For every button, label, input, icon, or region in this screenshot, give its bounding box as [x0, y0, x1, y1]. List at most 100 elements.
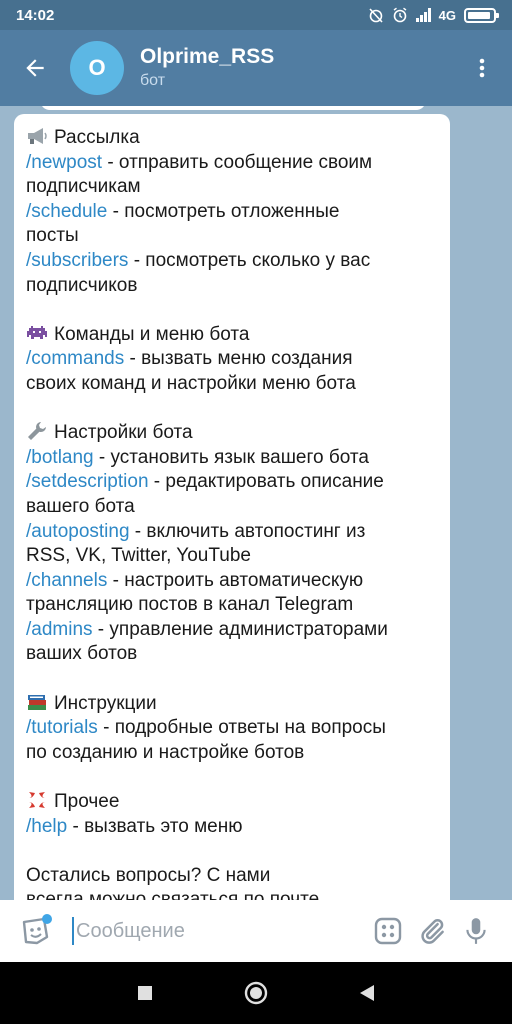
- message-input[interactable]: Сообщение: [72, 911, 366, 951]
- arrow-left-icon: [26, 59, 44, 77]
- attach-button[interactable]: [410, 909, 454, 953]
- message-text: всегда можно связаться по почте: [26, 889, 320, 900]
- avatar[interactable]: O: [70, 41, 124, 95]
- message-text: - посмотреть отложенные: [107, 200, 340, 222]
- bot-commands-button[interactable]: [366, 909, 410, 953]
- message-line: Остались вопросы? С нами: [26, 864, 438, 889]
- message-text: - редактировать описание: [148, 471, 384, 493]
- more-vertical-icon: [479, 58, 485, 78]
- message-line: всегда можно связаться по почте: [26, 888, 438, 900]
- message-text: Остались вопросы? С нами: [26, 864, 271, 886]
- section-heading-text: Прочее: [54, 791, 120, 813]
- section-heading: Настройки бота: [26, 421, 438, 446]
- message-text: вашего бота: [26, 495, 135, 517]
- message-text: ваших ботов: [26, 643, 138, 665]
- voice-message-button[interactable]: [454, 909, 498, 953]
- bot-command-link[interactable]: /setdescription: [26, 471, 149, 492]
- network-type: 4G: [438, 7, 456, 23]
- message-line: /schedule - посмотреть отложенные: [26, 200, 438, 225]
- microphone-icon: [466, 918, 486, 944]
- bot-command-link[interactable]: /subscribers: [26, 250, 128, 271]
- section-heading: Рассылка: [26, 126, 438, 151]
- chat-title: Olprime_RSS: [140, 45, 275, 68]
- message-section: Прочее/help - вызвать это меню: [26, 790, 438, 839]
- wrench-icon: [26, 421, 48, 441]
- message-text: - отправить сообщение своим: [102, 151, 373, 173]
- message-line: подписчиков: [26, 274, 438, 299]
- message-line: /help - вызвать это меню: [26, 815, 438, 840]
- section-heading-text: Настройки бота: [54, 422, 193, 444]
- message-section: Настройки бота/botlang - установить язык…: [26, 421, 438, 667]
- bot-commands-icon: [374, 917, 402, 945]
- triangle-back-icon: [359, 985, 374, 1001]
- chat-area[interactable]: Рассылка/newpost - отправить сообщение с…: [0, 106, 512, 900]
- bot-command-link[interactable]: /channels: [26, 570, 107, 591]
- alarm-icon: [393, 7, 407, 23]
- message-line: /autoposting - включить автопостинг из: [26, 520, 438, 545]
- message-line: /subscribers - посмотреть сколько у вас: [26, 249, 438, 274]
- message-line: /commands - вызвать меню создания: [26, 347, 438, 372]
- recent-apps-button[interactable]: [125, 973, 165, 1013]
- message-text: - посмотреть сколько у вас: [128, 249, 371, 271]
- message-text: - вызвать это меню: [67, 815, 243, 837]
- more-menu-button[interactable]: [452, 30, 512, 106]
- back-button[interactable]: [0, 30, 70, 106]
- message-section: Остались вопросы? С нами всегда можно свя…: [26, 864, 438, 900]
- section-heading-text: Инструкции: [54, 692, 157, 714]
- bot-command-link[interactable]: /botlang: [26, 447, 94, 468]
- message-line: подписчикам: [26, 175, 438, 200]
- message-section: Команды и меню бота/commands - вызвать м…: [26, 323, 438, 397]
- section-heading: Инструкции: [26, 692, 438, 717]
- bot-command-link[interactable]: /help: [26, 816, 67, 837]
- message-line: /botlang - установить язык вашего бота: [26, 446, 438, 471]
- section-heading: Команды и меню бота: [26, 323, 438, 348]
- message-line: /newpost - отправить сообщение своим: [26, 151, 438, 176]
- bot-command-link[interactable]: /admins: [26, 619, 93, 640]
- message-text: подписчиков: [26, 274, 138, 296]
- message-bubble[interactable]: Рассылка/newpost - отправить сообщение с…: [14, 114, 450, 900]
- circle-icon: [244, 981, 268, 1005]
- message-text: - управление администраторами: [92, 618, 388, 640]
- bot-command-link[interactable]: /commands: [26, 348, 124, 369]
- message-text: своих команд и настройки меню бота: [26, 372, 356, 394]
- message-placeholder: Сообщение: [76, 919, 185, 942]
- message-line: /tutorials - подробные ответы на вопросы: [26, 716, 438, 741]
- bot-command-link[interactable]: /schedule: [26, 201, 107, 222]
- message-text: - установить язык вашего бота: [93, 446, 369, 468]
- message-section: Рассылка/newpost - отправить сообщение с…: [26, 126, 438, 298]
- status-time: 14:02: [16, 6, 55, 24]
- message-line: /channels - настроить автоматическую: [26, 569, 438, 594]
- bot-command-link[interactable]: /tutorials: [26, 717, 98, 738]
- sticker-button[interactable]: [14, 909, 58, 953]
- bot-command-link[interactable]: /newpost: [26, 152, 102, 173]
- home-button[interactable]: [236, 973, 276, 1013]
- text-cursor: [72, 917, 74, 945]
- status-icons: 4G: [368, 7, 499, 23]
- message-line: /setdescription - редактировать описание: [26, 470, 438, 495]
- system-back-button[interactable]: [347, 973, 387, 1013]
- square-icon: [138, 986, 153, 1000]
- sticker-icon: [22, 914, 52, 945]
- battery-icon: [464, 7, 499, 23]
- message-line: ваших ботов: [26, 642, 438, 667]
- message-line: посты: [26, 224, 438, 249]
- battery-level: [468, 11, 490, 19]
- message-line: RSS, VK, Twitter, YouTube: [26, 544, 438, 569]
- section-heading: Прочее: [26, 790, 438, 815]
- message-text: - подробные ответы на вопросы: [97, 717, 386, 739]
- chat-title-block[interactable]: Olprime_RSS бот: [140, 44, 452, 92]
- signal-icon: [415, 8, 431, 22]
- alarm-off-icon: [369, 8, 383, 23]
- message-section: Инструкции/tutorials - подробные ответы …: [26, 692, 438, 766]
- message-text: посты: [26, 225, 79, 247]
- section-heading-text: Команды и меню бота: [54, 323, 250, 345]
- message-line: /admins - управление администраторами: [26, 618, 438, 643]
- space-invader-icon: [26, 323, 48, 343]
- bot-command-link[interactable]: /autoposting: [26, 521, 130, 542]
- chat-subtitle: бот: [140, 72, 166, 89]
- message-text: трансляцию постов в канал Telegram: [26, 594, 354, 616]
- system-nav-bar: [0, 962, 512, 1024]
- section-heading-text: Рассылка: [54, 127, 140, 148]
- anger-symbol-icon: [26, 790, 48, 810]
- chat-header: O Olprime_RSS бот: [0, 30, 512, 106]
